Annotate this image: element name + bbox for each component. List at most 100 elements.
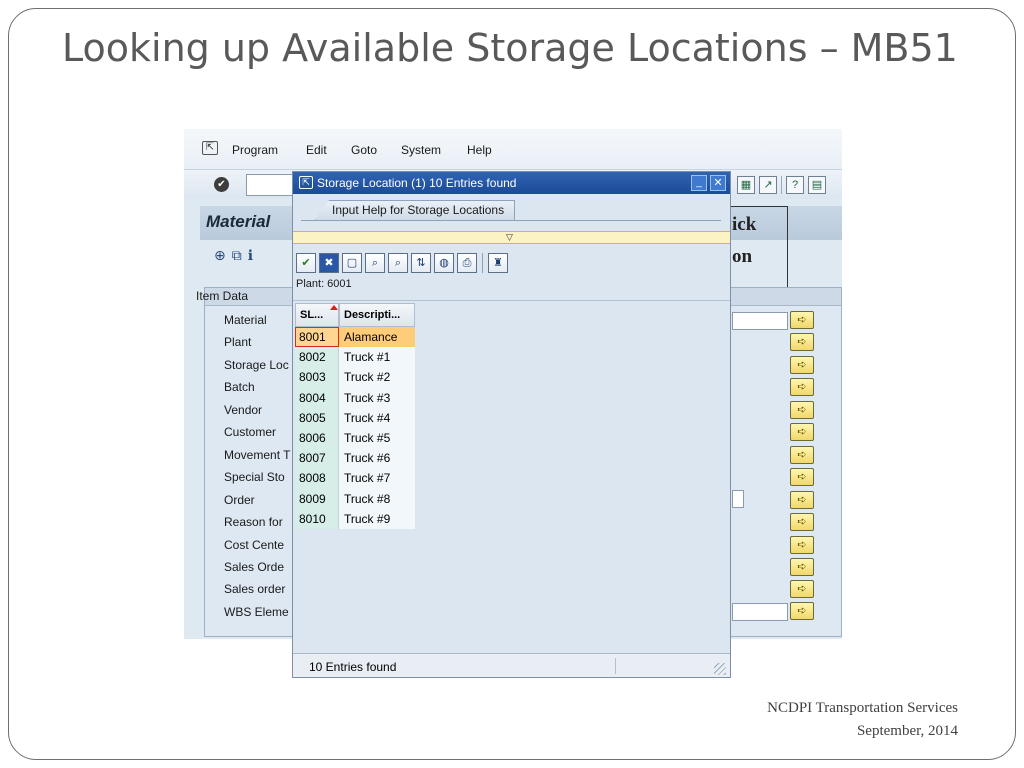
multiple-selection-button[interactable]: ➪ [790, 513, 814, 531]
field-label-vendor: Vendor [224, 403, 263, 417]
find-next-icon[interactable]: ⌕ [388, 253, 408, 273]
menu-help[interactable]: Help [467, 143, 492, 157]
sloc-code: 8004 [295, 387, 339, 408]
multiple-selection-button[interactable]: ➪ [790, 401, 814, 419]
field-label-order: Order [224, 493, 255, 507]
toolbar-right-icons: ▦ ↗ ? ▤ [737, 176, 826, 194]
menu-bar: ⇱ Program Edit Goto System Help [184, 129, 842, 169]
continue-check-icon[interactable]: ✔ [296, 253, 316, 273]
multiple-selection-button[interactable]: ➪ [790, 378, 814, 396]
sloc-description: Truck #6 [339, 448, 415, 469]
field-label-batch: Batch [224, 380, 255, 394]
new-document-icon[interactable]: ▢ [342, 253, 362, 273]
execute-icon[interactable]: ⊕ [214, 247, 232, 263]
popup-toolbar: ✔ ✖ ▢ ⌕ ⌕ ⇅ ◍ ⎙ ♜ [296, 252, 508, 274]
popup-titlebar[interactable]: ⇱ Storage Location (1) 10 Entries found … [293, 172, 730, 194]
multiple-selection-button[interactable]: ➪ [790, 602, 814, 620]
menu-exit-icon[interactable]: ⇱ [202, 141, 218, 155]
list-item[interactable]: 8002 Truck #1 [295, 347, 415, 368]
list-item[interactable]: 8006 Truck #5 [295, 427, 415, 449]
list-item[interactable]: 8001 Alamance [295, 327, 415, 348]
cancel-x-icon[interactable]: ✖ [319, 253, 339, 273]
multiple-selection-button[interactable]: ➪ [790, 333, 814, 351]
multiple-selection-button[interactable]: ➪ [790, 558, 814, 576]
footer-organization: NCDPI Transportation Services [767, 700, 958, 716]
status-separator [615, 658, 616, 674]
sloc-code: 8006 [295, 427, 339, 449]
multiple-selection-button[interactable]: ➪ [790, 536, 814, 554]
sort-icon[interactable]: ⇅ [411, 253, 431, 273]
find-icon[interactable]: ⌕ [365, 253, 385, 273]
field-label-wbs-element: WBS Eleme [224, 605, 289, 619]
column-header-description[interactable]: Descripti... [339, 303, 415, 327]
multiple-selection-button[interactable]: ➪ [790, 491, 814, 509]
wbs-to-input[interactable] [732, 603, 788, 621]
sloc-description: Truck #1 [339, 347, 415, 368]
field-label-sales-order-item: Sales order [224, 582, 286, 596]
shortcut-icon[interactable]: ↗ [759, 176, 777, 194]
multiple-selection-button[interactable]: ➪ [790, 468, 814, 486]
item-data-title: Item Data [196, 289, 249, 303]
list-item[interactable]: 8004 Truck #3 [295, 387, 415, 408]
sloc-code: 8003 [295, 367, 339, 388]
command-field[interactable] [246, 174, 296, 196]
list-item[interactable]: 8005 Truck #4 [295, 407, 415, 428]
material-to-input[interactable] [732, 312, 788, 330]
popup-status-bar: 10 Entries found [293, 653, 730, 677]
sloc-code: 8010 [295, 508, 339, 529]
triangle-down-icon: ▽ [506, 232, 513, 242]
minimize-button[interactable]: _ [691, 175, 707, 191]
enter-check-icon[interactable]: ✔ [214, 177, 229, 192]
divider [293, 300, 730, 301]
slide-footer: NCDPI Transportation Services September,… [767, 697, 958, 743]
menu-system[interactable]: System [401, 143, 441, 157]
multiple-selection-button[interactable]: ➪ [790, 356, 814, 374]
field-label-cost-center: Cost Cente [224, 538, 285, 552]
callout-text-2: on [732, 246, 753, 267]
sloc-description: Truck #2 [339, 367, 415, 388]
field-label-special-stock: Special Sto [224, 470, 285, 484]
hide-icon[interactable]: ◍ [434, 253, 454, 273]
info-icon[interactable]: ℹ [248, 247, 259, 263]
personal-list-icon[interactable]: ♜ [488, 253, 508, 273]
sloc-description: Truck #4 [339, 407, 415, 428]
sort-ascending-icon [330, 305, 338, 310]
sloc-code: 8007 [295, 448, 339, 469]
print-icon[interactable]: ⎙ [457, 253, 477, 273]
order-to-input[interactable] [732, 490, 744, 508]
field-label-sales-order: Sales Orde [224, 560, 285, 574]
menu-program[interactable]: Program [232, 143, 278, 157]
tab-input-help[interactable]: Input Help for Storage Locations [315, 200, 516, 220]
restrictions-toggle-bar[interactable]: ▽ [293, 231, 730, 244]
sloc-code: 8008 [295, 468, 339, 489]
list-item[interactable]: 8009 Truck #8 [295, 488, 415, 509]
application-toolbar: ⊕⧉ℹ [214, 247, 259, 264]
multiple-selection-button[interactable]: ➪ [790, 311, 814, 329]
list-item[interactable]: 8007 Truck #6 [295, 448, 415, 469]
menu-goto[interactable]: Goto [351, 143, 377, 157]
slide-title: Looking up Available Storage Locations –… [62, 26, 958, 70]
sloc-description: Alamance [339, 327, 415, 348]
customize-icon[interactable]: ▤ [808, 176, 826, 194]
sloc-description: Truck #8 [339, 488, 415, 509]
list-item[interactable]: 8010 Truck #9 [295, 508, 415, 529]
field-label-material: Material [224, 313, 267, 327]
multiple-selection-button[interactable]: ➪ [790, 446, 814, 464]
help-icon[interactable]: ? [786, 176, 804, 194]
layout-icon[interactable]: ▦ [737, 176, 755, 194]
multiple-selection-button[interactable]: ➪ [790, 580, 814, 598]
copy-icon[interactable]: ⧉ [232, 247, 248, 263]
tab-underline [301, 220, 721, 221]
close-button[interactable]: ✕ [710, 175, 726, 191]
field-label-plant: Plant [224, 335, 252, 349]
multiple-selection-button[interactable]: ➪ [790, 423, 814, 441]
list-item[interactable]: 8003 Truck #2 [295, 367, 415, 388]
callout-text-1: ick [732, 214, 757, 235]
column-header-sloc[interactable]: SL... [295, 303, 339, 327]
list-item[interactable]: 8008 Truck #7 [295, 468, 415, 489]
footer-date: September, 2014 [856, 723, 958, 739]
field-label-customer: Customer [224, 425, 277, 439]
resize-grip-icon[interactable] [714, 663, 726, 675]
field-label-movement-type: Movement T [224, 448, 291, 462]
menu-edit[interactable]: Edit [306, 143, 327, 157]
